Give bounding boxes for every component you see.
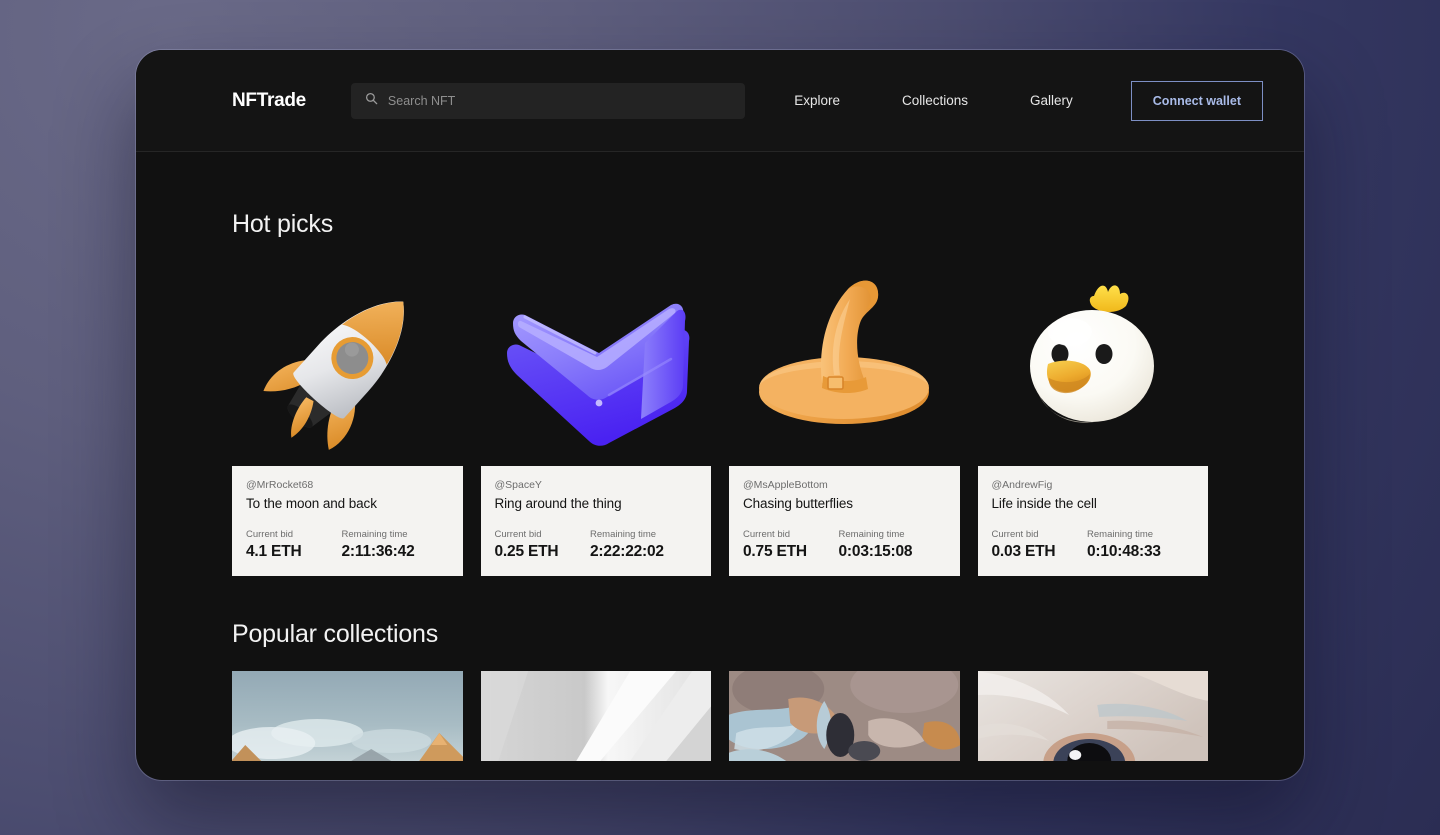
- hot-picks-grid: @MrRocket68 To the moon and back Current…: [232, 261, 1208, 576]
- nft-title: To the moon and back: [246, 496, 377, 511]
- nft-meta: Current bid 0.25 ETH Remaining time 2:22…: [495, 529, 698, 561]
- current-bid-col: Current bid 0.75 ETH: [743, 529, 839, 561]
- current-bid-label: Current bid: [991, 529, 1039, 540]
- nft-meta: Current bid 0.75 ETH Remaining time 0:03…: [743, 529, 946, 561]
- search-bar[interactable]: [350, 82, 745, 119]
- nft-artwork-rocket: [232, 261, 463, 466]
- remaining-time-label: Remaining time: [838, 529, 905, 540]
- remaining-time-value: 2:11:36:42: [341, 543, 415, 560]
- current-bid-label: Current bid: [743, 529, 790, 540]
- nav-link-collections[interactable]: Collections: [871, 93, 999, 108]
- nft-owner: @SpaceY: [494, 479, 542, 491]
- collection-thumbnail-white-abstract: [480, 671, 711, 761]
- nft-meta: Current bid 0.03 ETH Remaining time 0:10…: [992, 529, 1195, 561]
- main-nav: Explore Collections Gallery Connect wall…: [763, 80, 1263, 121]
- nft-card[interactable]: @MrRocket68 To the moon and back Current…: [232, 261, 463, 576]
- main-content: Hot picks @MrRocket68 To the moon and ba…: [136, 210, 1304, 761]
- collection-tile[interactable]: [729, 671, 960, 761]
- current-bid-label: Current bid: [246, 529, 293, 540]
- collection-tile[interactable]: [480, 671, 711, 761]
- nft-title: Life inside the cell: [991, 496, 1097, 511]
- remaining-time-col: Remaining time 0:10:48:33: [1087, 529, 1194, 561]
- current-bid-col: Current bid 0.03 ETH: [992, 529, 1088, 561]
- current-bid-value: 0.03 ETH: [991, 543, 1056, 560]
- nav-link-explore[interactable]: Explore: [763, 93, 871, 108]
- nft-title: Ring around the thing: [494, 496, 622, 511]
- remaining-time-label: Remaining time: [341, 529, 408, 540]
- current-bid-value: 0.25 ETH: [494, 543, 559, 560]
- popular-collections-heading: Popular collections: [232, 620, 439, 648]
- nft-owner: @MrRocket68: [246, 479, 314, 491]
- nft-artwork-witch-hat: [729, 261, 960, 466]
- remaining-time-value: 0:10:48:33: [1087, 543, 1161, 560]
- hot-picks-heading: Hot picks: [232, 210, 334, 238]
- nft-card-info: @MrRocket68 To the moon and back Current…: [232, 466, 463, 576]
- brand-logo[interactable]: NFTrade: [232, 90, 306, 112]
- remaining-time-col: Remaining time 0:03:15:08: [839, 529, 946, 561]
- nav-link-gallery[interactable]: Gallery: [999, 93, 1104, 108]
- nft-card-info: @MsAppleBottom Chasing butterflies Curre…: [729, 466, 960, 576]
- remaining-time-col: Remaining time 2:22:22:02: [590, 529, 697, 561]
- collection-tile[interactable]: [232, 671, 463, 761]
- nft-artwork-chick: [978, 261, 1209, 466]
- search-icon: [365, 92, 378, 110]
- collection-thumbnail-eye-closeup: [977, 671, 1208, 761]
- connect-wallet-button[interactable]: Connect wallet: [1130, 80, 1263, 121]
- search-input[interactable]: [387, 93, 731, 108]
- current-bid-value: 4.1 ETH: [246, 543, 302, 560]
- current-bid-value: 0.75 ETH: [743, 543, 807, 560]
- remaining-time-value: 0:03:15:08: [838, 543, 913, 560]
- collection-thumbnail-blue-tan-organic: [729, 671, 960, 761]
- nft-meta: Current bid 4.1 ETH Remaining time 2:11:…: [246, 529, 449, 561]
- nft-card[interactable]: @AndrewFig Life inside the cell Current …: [977, 261, 1209, 576]
- nft-card-info: @SpaceY Ring around the thing Current bi…: [480, 466, 711, 576]
- collection-tile[interactable]: [977, 671, 1208, 761]
- nft-artwork-purple-chevron: [481, 261, 712, 466]
- nft-card[interactable]: @MsAppleBottom Chasing butterflies Curre…: [729, 261, 960, 576]
- nft-title: Chasing butterflies: [743, 496, 853, 511]
- popular-collections-grid: [232, 671, 1208, 761]
- remaining-time-value: 2:22:22:02: [590, 543, 664, 560]
- nft-card-info: @AndrewFig Life inside the cell Current …: [977, 466, 1208, 576]
- collection-thumbnail-mountain-sky: [232, 671, 463, 761]
- current-bid-label: Current bid: [494, 529, 542, 540]
- remaining-time-label: Remaining time: [590, 529, 657, 540]
- remaining-time-label: Remaining time: [1087, 529, 1154, 540]
- current-bid-col: Current bid 0.25 ETH: [495, 529, 591, 561]
- app-window: NFTrade Explore Collections Gallery Conn…: [136, 50, 1304, 780]
- nft-card[interactable]: @SpaceY Ring around the thing Current bi…: [480, 261, 712, 576]
- app-header: NFTrade Explore Collections Gallery Conn…: [136, 50, 1304, 152]
- remaining-time-col: Remaining time 2:11:36:42: [342, 529, 449, 561]
- current-bid-col: Current bid 4.1 ETH: [246, 529, 342, 561]
- nft-owner: @MsAppleBottom: [743, 479, 828, 491]
- nft-owner: @AndrewFig: [991, 479, 1053, 491]
